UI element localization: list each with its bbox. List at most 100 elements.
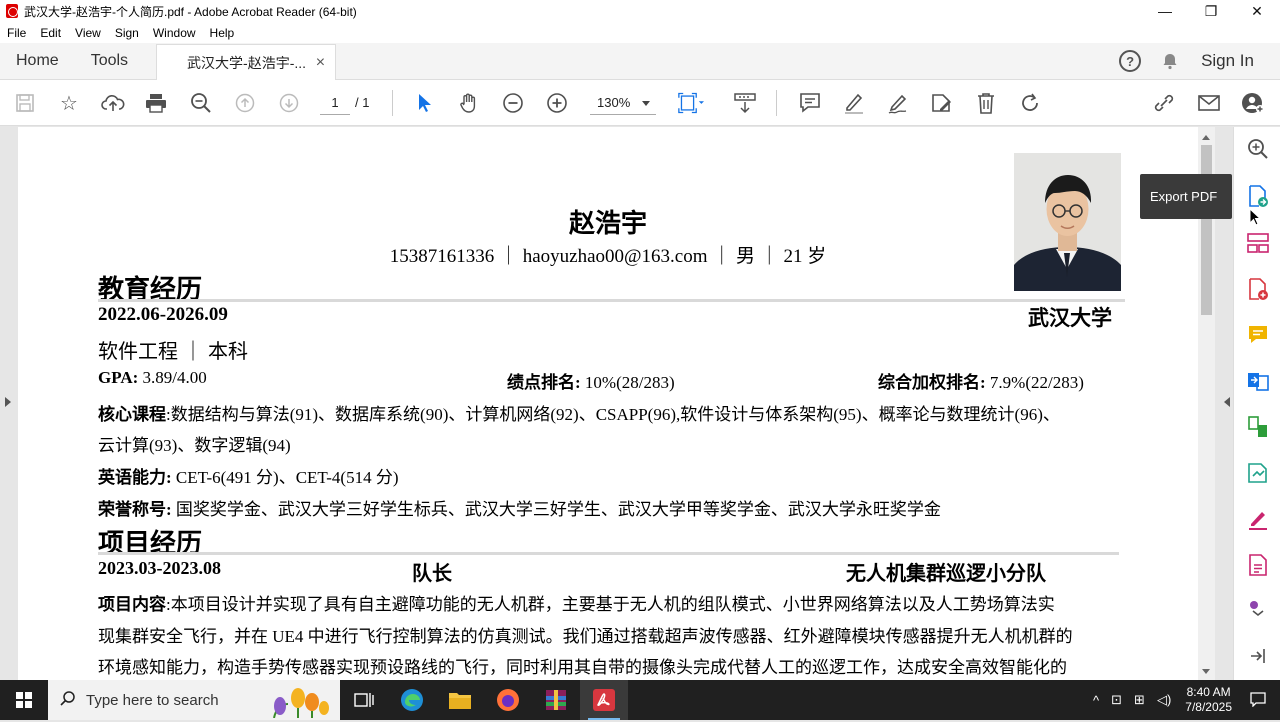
highlight-pen-icon[interactable] (841, 90, 867, 116)
education-dates: 2022.06-2026.09 (98, 304, 228, 325)
menu-file[interactable]: File (0, 26, 33, 40)
page-number-input[interactable]: 1 (320, 91, 350, 115)
more-tools-icon[interactable] (1246, 597, 1270, 621)
protect-pdf-icon[interactable] (1246, 553, 1270, 577)
start-button[interactable] (0, 680, 48, 720)
gpa-rank-label: 绩点排名: (507, 373, 581, 392)
hand-tool-icon[interactable] (456, 90, 482, 116)
previous-page-icon[interactable] (232, 90, 258, 116)
acrobat-app-icon (6, 4, 18, 18)
tab-tools[interactable]: Tools (75, 43, 144, 79)
courses-label: 核心课程 (98, 405, 166, 424)
english-value: CET-6(491 分)、CET-4(514 分) (175, 468, 399, 487)
bookmark-star-icon[interactable]: ☆ (56, 90, 82, 116)
comment-tool-icon[interactable] (1246, 323, 1270, 347)
weighted-rank-row: 综合加权排名: 7.9%(22/283) (878, 368, 1084, 393)
email-icon[interactable] (1196, 90, 1222, 116)
menu-sign[interactable]: Sign (108, 26, 146, 40)
left-panel-toggle[interactable] (0, 127, 18, 680)
close-window-button[interactable]: ✕ (1234, 0, 1280, 22)
tab-document-label: 武汉大学-赵浩宇-... (187, 54, 307, 71)
search-tool-icon[interactable] (1246, 137, 1270, 161)
honors-value: 国奖奖学金、武汉大学三好学生标兵、武汉大学三好学生、武汉大学甲等奖学金、武汉大学… (175, 500, 941, 519)
scroll-down-arrow-icon[interactable] (1202, 669, 1210, 678)
project-content-line-1: 项目内容:本项目设计并实现了具有自主避障功能的无人机群，主要基于无人机的组队模式… (98, 590, 1055, 615)
edge-browser-icon[interactable] (388, 680, 436, 720)
create-pdf-icon[interactable] (1246, 277, 1270, 301)
tab-document[interactable]: 武汉大学-赵浩宇-... × (156, 44, 337, 80)
scroll-mode-icon[interactable] (732, 90, 758, 116)
minimize-button[interactable]: — (1142, 0, 1188, 22)
collapse-panel-icon[interactable] (1246, 644, 1270, 668)
weighted-rank-label: 综合加权排名: (878, 373, 986, 392)
page-fit-icon[interactable] (678, 90, 704, 116)
zoom-level-select[interactable]: 130% (590, 91, 656, 115)
save-icon[interactable] (12, 90, 38, 116)
honors-label: 荣誉称号: (98, 500, 172, 519)
menu-view[interactable]: View (68, 26, 108, 40)
menu-bar: File Edit View Sign Window Help (0, 22, 1280, 43)
rotate-icon[interactable] (1017, 90, 1043, 116)
taskbar-clock[interactable]: 8:40 AM 7/8/2025 (1185, 685, 1232, 715)
menu-edit[interactable]: Edit (33, 26, 68, 40)
network-icon[interactable]: ⊞ (1134, 692, 1145, 708)
select-cursor-icon[interactable] (412, 90, 438, 116)
edit-pdf-icon[interactable] (929, 90, 955, 116)
zoom-search-icon[interactable] (188, 90, 214, 116)
scrollbar-thumb[interactable] (1201, 145, 1212, 315)
export-pdf-icon[interactable] (1246, 184, 1270, 208)
help-icon[interactable]: ? (1119, 50, 1142, 72)
print-icon[interactable] (143, 90, 169, 116)
zoom-in-icon[interactable] (544, 90, 570, 116)
tulip-decoration-icon (264, 684, 334, 722)
comment-icon[interactable] (797, 90, 823, 116)
gpa-label: GPA: (98, 368, 139, 387)
courses-line-2: 云计算(93)、数字逻辑(94) (98, 436, 291, 455)
toolbar-divider (392, 90, 393, 116)
tab-close-icon[interactable]: × (316, 54, 325, 72)
notification-bell-icon[interactable] (1161, 52, 1179, 70)
upload-cloud-icon[interactable] (100, 90, 126, 116)
maximize-button[interactable]: ❐ (1188, 0, 1234, 22)
firefox-icon[interactable] (484, 680, 532, 720)
project-content-line-2: 现集群安全飞行，并在 UE4 中进行飞行控制算法的仿真测试。我们通过搭载超声波传… (98, 627, 1073, 646)
title-bar: 武汉大学-赵浩宇-个人简历.pdf - Adobe Acrobat Reader… (0, 0, 1280, 22)
document-viewer[interactable]: 赵浩宇 15387161336 ｜ haoyuzhao00@163.com ｜ … (0, 127, 1233, 680)
tab-home[interactable]: Home (0, 43, 75, 79)
education-school: 武汉大学 (1028, 306, 1112, 330)
main-toolbar: ☆ 1 / 1 130% (0, 80, 1280, 126)
winrar-icon[interactable] (532, 680, 580, 720)
menu-help[interactable]: Help (203, 26, 242, 40)
taskbar-search-box[interactable]: Type here to search (48, 680, 340, 720)
tray-overflow-icon[interactable]: ^ (1093, 693, 1099, 708)
project-team: 无人机集群巡逻小分队 (846, 563, 1046, 585)
draw-sign-icon[interactable] (885, 90, 911, 116)
honors-row: 荣誉称号: 国奖奖学金、武汉大学三好学生标兵、武汉大学三好学生、武汉大学甲等奖学… (98, 495, 941, 520)
scroll-up-arrow-icon[interactable] (1202, 131, 1210, 140)
project-content-label: 项目内容 (98, 595, 166, 614)
next-page-icon[interactable] (276, 90, 302, 116)
organize-pages-icon[interactable] (1246, 231, 1270, 255)
file-explorer-icon[interactable] (436, 680, 484, 720)
fill-sign-icon[interactable] (1246, 507, 1270, 531)
clock-time: 8:40 AM (1186, 685, 1231, 699)
collapse-right-arrow-icon[interactable] (1219, 397, 1230, 407)
zoom-out-icon[interactable] (500, 90, 526, 116)
delete-trash-icon[interactable] (973, 90, 999, 116)
menu-window[interactable]: Window (146, 26, 203, 40)
device-icon[interactable]: ⊡ (1111, 692, 1122, 708)
project-content-line-3: 环境感知能力，构造手势传感器实现预设路线的飞行，同时利用其自带的摄像头完成代替人… (98, 658, 1067, 677)
notification-center-icon[interactable] (1250, 691, 1266, 710)
share-link-icon[interactable] (1151, 90, 1177, 116)
search-icon (60, 690, 76, 711)
acrobat-taskbar-icon[interactable] (580, 680, 628, 720)
add-user-icon[interactable] (1240, 90, 1266, 116)
sign-in-button[interactable]: Sign In (1201, 51, 1254, 71)
scan-ocr-icon[interactable] (1246, 461, 1270, 485)
page-total: / 1 (355, 95, 370, 110)
compress-pdf-icon[interactable] (1246, 415, 1270, 439)
volume-icon[interactable]: ◁) (1157, 692, 1171, 708)
task-view-icon[interactable] (340, 680, 388, 720)
expand-left-arrow-icon[interactable] (5, 397, 16, 407)
combine-files-icon[interactable] (1246, 369, 1270, 393)
